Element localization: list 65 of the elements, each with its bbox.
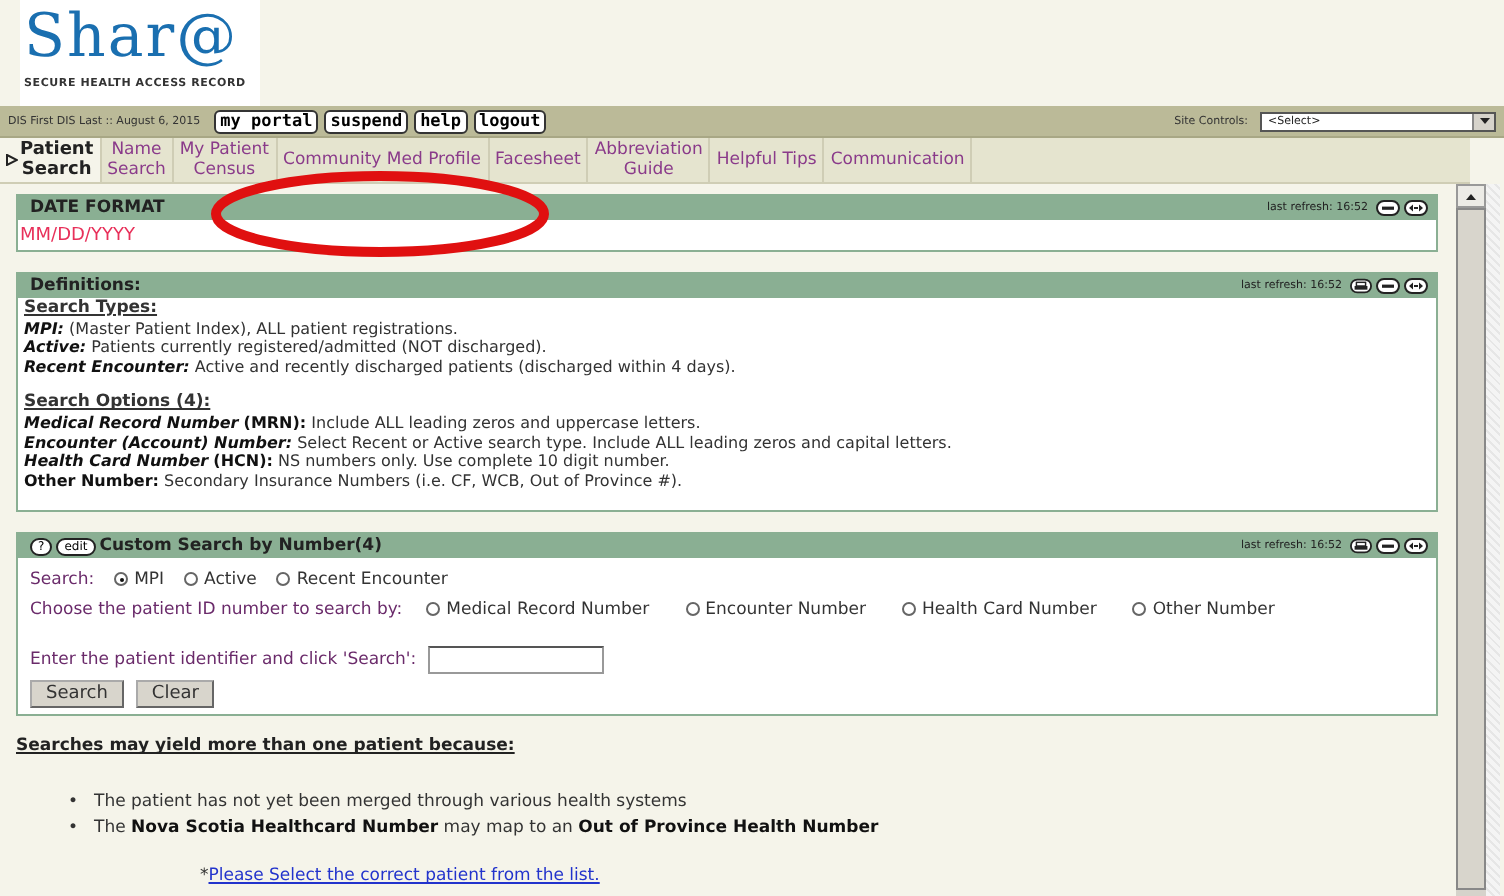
logo-text: Shar@ — [24, 4, 239, 72]
definition-text: Medical Record Number (MRN): Include ALL leading zeros and uppercase letters. — [24, 413, 703, 434]
bullet-marker: • — [68, 815, 79, 841]
nav-tab[interactable]: Abbreviation Guide — [588, 138, 711, 182]
radio-label: Health Card Number — [921, 599, 1097, 620]
panel-title: DATE FORMAT — [30, 198, 167, 218]
nav-tab[interactable]: Communication — [824, 138, 973, 182]
radio-button[interactable] — [685, 602, 700, 617]
nav-tab[interactable]: Helpful Tips — [710, 138, 825, 182]
section-heading: Search Types: — [24, 300, 160, 320]
radio-label: Medical Record Number — [446, 599, 650, 620]
toolbar-button[interactable]: suspend — [324, 109, 409, 133]
form-button[interactable]: Clear — [135, 680, 215, 709]
expand-icon[interactable] — [1404, 538, 1428, 555]
print-icon[interactable] — [1350, 538, 1372, 555]
radio-button[interactable] — [114, 572, 129, 587]
arrow-icon — [6, 154, 18, 166]
date-format-value: MM/DD/YYYY — [18, 224, 137, 250]
select-patient-link[interactable]: Please Select the correct patient from the list. — [208, 866, 600, 887]
toolbar-button[interactable]: help — [414, 109, 468, 133]
radio-button[interactable] — [276, 572, 291, 587]
nav-tab[interactable]: Community Med Profile — [277, 138, 490, 182]
panel-title: Definitions: — [30, 276, 143, 296]
form-button[interactable]: Search — [30, 680, 124, 709]
minimize-icon[interactable] — [1376, 200, 1400, 216]
id-label: Choose the patient ID number to search by: — [30, 599, 403, 620]
definition-text: Encounter (Account) Number: Select Recent or Active search type. Include ALL leading zeros and capital letters. — [24, 433, 954, 453]
radio-label: MPI — [134, 569, 165, 590]
note-item: The patient has not yet been merged through various health systems — [94, 790, 687, 816]
caret-icon[interactable] — [1479, 118, 1489, 124]
nav-tab[interactable]: Facesheet — [489, 138, 589, 182]
expand-icon[interactable] — [1404, 200, 1428, 216]
notes-heading: Searches may yield more than one patient because: — [16, 736, 517, 757]
radio-button[interactable] — [184, 572, 199, 587]
asterisk: * — [200, 866, 209, 887]
radio-button[interactable] — [426, 602, 441, 617]
bullet-marker: • — [68, 790, 79, 816]
nav-tab[interactable]: Name Search — [101, 138, 174, 182]
definition-text: Other Number: Secondary Insurance Numbers (i.e. CF, WCB, Out of Province #). — [24, 471, 685, 491]
print-icon[interactable] — [1350, 278, 1372, 294]
radio-button[interactable] — [1132, 602, 1147, 617]
radio-button[interactable] — [901, 602, 916, 617]
expand-icon[interactable] — [1404, 278, 1428, 294]
scroll-up-icon[interactable] — [1466, 193, 1476, 199]
toolbar-button[interactable]: logout — [473, 109, 547, 133]
radio-label: Other Number — [1152, 599, 1275, 620]
search-label: Search: — [30, 569, 95, 590]
minimize-icon[interactable] — [1376, 278, 1400, 294]
note-item: The Nova Scotia Healthcard Number may map to an Out of Province Health Number — [94, 815, 879, 841]
radio-label: Active — [204, 569, 257, 590]
panel-title: Custom Search by Number(4) — [99, 536, 384, 557]
nav-tab[interactable]: My Patient Census — [173, 138, 278, 182]
scrollbar[interactable] — [1456, 184, 1486, 896]
radio-label: Recent Encounter — [296, 569, 448, 590]
identifier-input[interactable] — [428, 645, 605, 674]
toolbar-button[interactable]: my portal — [214, 109, 319, 133]
definition-text: Active: Patients currently registered/admitted (NOT discharged). — [24, 338, 549, 358]
minimize-icon[interactable] — [1376, 538, 1400, 555]
definition-text: Recent Encounter: Active and recently discharged patients (discharged within 4 days). — [24, 357, 738, 377]
nav-tab[interactable]: Patient Search — [0, 138, 102, 182]
definition-text: Health Card Number (HCN): NS numbers only. Use complete 10 digit number. — [24, 452, 672, 472]
radio-label: Encounter Number — [705, 599, 866, 620]
section-heading: Search Options (4): — [24, 394, 213, 414]
identifier-label: Enter the patient identifier and click 'Search': — [30, 649, 417, 670]
definition-text: MPI: (Master Patient Index), ALL patient registrations. — [24, 319, 460, 339]
